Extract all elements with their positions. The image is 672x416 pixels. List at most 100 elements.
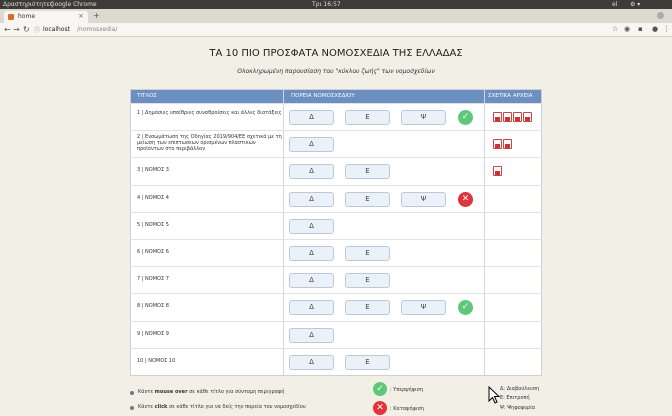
pdf-file-icon[interactable] — [493, 166, 502, 177]
stage-button[interactable]: Ε — [345, 110, 390, 125]
bookmark-star-icon[interactable]: ☆ — [612, 25, 618, 33]
hint-click: Κάντε click σε κάθε τίτλο για να δείς τη… — [138, 404, 306, 410]
bill-title[interactable]: 5 | ΝΟΜΟΣ 5 — [137, 222, 282, 228]
hint-emphasis: click — [154, 404, 168, 410]
url-path: /nomosxedia/ — [77, 26, 118, 33]
hint-mouseover: Κάντε mouse over σε κάθε τίτλο για σύντο… — [138, 389, 284, 395]
stage-button[interactable]: Δ — [289, 218, 334, 234]
hint-text: σε κάθε τίτλο για να δείς την πορεία του… — [167, 404, 306, 410]
stage-button[interactable]: Δ — [289, 164, 334, 180]
header-files: ΣΧΕΤΙΚΑ ΑΡΧΕΙΑ — [488, 93, 533, 99]
bullet — [130, 406, 134, 410]
menu-icon[interactable]: ⋮ — [663, 25, 670, 33]
app-menu[interactable]: Google Chrome — [50, 1, 97, 8]
page-subtitle: Ολοκληρωμένη παρουσίαση του "κύκλου ζωής… — [237, 68, 435, 75]
header-title: ΤΙΤΛΟΣ — [137, 93, 157, 99]
table-row: 7 | ΝΟΜΟΣ 7 ΔΕ — [131, 266, 541, 293]
mouse-cursor-icon — [488, 386, 500, 404]
legend: Κάντε mouse over σε κάθε τίτλο για σύντο… — [0, 380, 672, 416]
pdf-file-icon[interactable] — [493, 112, 502, 122]
legend-abbr-d: Δ: Διαβούλευση — [500, 386, 540, 392]
check-icon: ✓ — [458, 300, 473, 316]
activities-button[interactable]: Δραστηριότητες — [3, 1, 53, 8]
bill-title[interactable]: 1 | Δημόσιες υπαίθριες συναθροίσεις και … — [137, 110, 282, 116]
table-row: 10 | ΝΟΜΟΣ 10 Δ Ε — [131, 347, 541, 375]
pdf-file-icon[interactable] — [503, 112, 512, 122]
stage-button[interactable]: Ψ — [401, 300, 446, 316]
profile-icon[interactable]: ● — [652, 25, 658, 33]
header-progress: ΠΟΡΕΙΑ ΝΟΜΟΣΧΕΔΙΟΥ — [291, 93, 355, 99]
clock[interactable]: Τρι 16:57 — [312, 1, 341, 8]
hint-emphasis: mouse over — [154, 389, 188, 395]
pdf-file-icon[interactable] — [493, 139, 502, 150]
bill-title[interactable]: 8 | ΝΟΜΟΣ 8 — [137, 303, 282, 309]
stage-button[interactable]: Ε — [345, 164, 390, 180]
check-icon: ✓ — [373, 382, 387, 396]
stage-button[interactable]: Ε — [345, 273, 390, 289]
os-top-bar: Δραστηριότητες Google Chrome Τρι 16:57 e… — [0, 0, 672, 9]
extension-icon[interactable]: ◉ — [624, 25, 630, 33]
cross-icon: ✕ — [373, 401, 387, 415]
browser-tab[interactable]: home × — [4, 11, 88, 23]
bill-title[interactable]: 7 | ΝΟΜΟΣ 7 — [137, 276, 282, 282]
table-row: 5 | ΝΟΜΟΣ 5 Δ — [131, 211, 541, 239]
check-icon: ✓ — [458, 110, 473, 125]
pdf-file-icon[interactable] — [523, 112, 532, 122]
table-row: 4 | ΝΟΜΟΣ 4 Δ Ε Ψ ✕ — [131, 184, 541, 212]
tab-close-icon[interactable]: × — [78, 12, 84, 20]
stage-button[interactable]: Ψ — [401, 110, 446, 125]
new-tab-button[interactable]: + — [93, 11, 100, 20]
stage-button[interactable]: Ε — [345, 354, 390, 370]
bill-title[interactable]: 10 | ΝΟΜΟΣ 10 — [137, 358, 282, 364]
legend-abbr-e: Ε: Επιτροπή — [500, 395, 530, 401]
bill-title[interactable]: 9 | ΝΟΜΟΣ 9 — [137, 331, 282, 337]
stage-button[interactable]: Ε — [345, 300, 390, 316]
window-close-icon[interactable] — [654, 10, 668, 20]
stage-button[interactable]: Δ — [289, 327, 334, 343]
bill-title[interactable]: 2 | Ενσωμάτωση της Οδηγίας 2019/904/ΕΕ σ… — [137, 134, 282, 152]
reload-icon[interactable]: ↻ — [23, 25, 30, 34]
favicon-icon — [8, 14, 14, 20]
browser-toolbar: ← → ↻ ⓘ localhost /nomosxedia/ ☆ ◉ ▪ ● ⋮ — [0, 23, 672, 37]
legend-approved: : Υπερψήφιση — [390, 387, 424, 393]
stage-button[interactable]: Ε — [345, 246, 390, 261]
hint-text: Κάντε — [138, 404, 155, 410]
legend-rejected: : Καταψήφιση — [390, 406, 424, 412]
browser-tab-strip: home × + — [0, 9, 672, 23]
url-host: localhost — [43, 26, 70, 33]
back-icon[interactable]: ← — [4, 25, 11, 34]
forward-icon[interactable]: → — [13, 25, 20, 34]
stage-button[interactable]: Δ — [289, 354, 334, 370]
site-info-icon[interactable]: ⓘ — [34, 25, 40, 34]
stage-button[interactable]: Δ — [289, 246, 334, 261]
stage-button[interactable]: Ψ — [401, 191, 446, 207]
bills-table: ΤΙΤΛΟΣ ΠΟΡΕΙΑ ΝΟΜΟΣΧΕΔΙΟΥ ΣΧΕΤΙΚΑ ΑΡΧΕΙΑ… — [130, 89, 542, 376]
table-row: 3 | ΝΟΜΟΣ 3 ΔΕ — [131, 157, 541, 184]
legend-abbr-p: Ψ: Ψηφοφορία — [500, 405, 536, 411]
stage-button[interactable]: Ε — [345, 191, 390, 207]
tab-title: home — [18, 13, 36, 20]
stage-button[interactable]: Δ — [289, 273, 334, 289]
pdf-file-icon[interactable] — [513, 112, 522, 122]
bullet — [130, 391, 134, 395]
table-row: 9 | ΝΟΜΟΣ 9 Δ — [131, 320, 541, 348]
table-row: 1 | Δημόσιες υπαίθριες συναθροίσεις και … — [131, 103, 541, 130]
page-title: ΤΑ 10 ΠΙΟ ΠΡΟΣΦΑΤΑ ΝΟΜΟΣΧΕΔΙΑ ΤΗΣ ΕΛΛΑΔΑ… — [209, 48, 463, 59]
language-indicator[interactable]: el — [612, 1, 617, 8]
pdf-file-icon[interactable] — [503, 139, 512, 150]
stage-button[interactable]: Δ — [289, 191, 334, 207]
bill-title[interactable]: 4 | ΝΟΜΟΣ 4 — [137, 195, 282, 201]
stage-button[interactable]: Δ — [289, 110, 334, 125]
bill-title[interactable]: 3 | ΝΟΜΟΣ 3 — [137, 167, 282, 173]
extension-icon-2[interactable]: ▪ — [638, 25, 643, 33]
hint-text: Κάντε — [138, 389, 155, 395]
system-menu-icon[interactable]: ⚙ ▾ — [630, 1, 640, 8]
address-bar[interactable]: ⓘ localhost /nomosxedia/ — [34, 25, 604, 35]
table-row: 2 | Ενσωμάτωση της Οδηγίας 2019/904/ΕΕ σ… — [131, 130, 541, 157]
bill-title[interactable]: 6 | ΝΟΜΟΣ 6 — [137, 249, 282, 255]
cross-icon: ✕ — [458, 191, 473, 207]
table-row: 6 | ΝΟΜΟΣ 6 ΔΕ — [131, 239, 541, 266]
stage-button[interactable]: Δ — [289, 137, 334, 153]
table-header: ΤΙΤΛΟΣ ΠΟΡΕΙΑ ΝΟΜΟΣΧΕΔΙΟΥ ΣΧΕΤΙΚΑ ΑΡΧΕΙΑ — [131, 90, 541, 103]
stage-button[interactable]: Δ — [289, 300, 334, 316]
